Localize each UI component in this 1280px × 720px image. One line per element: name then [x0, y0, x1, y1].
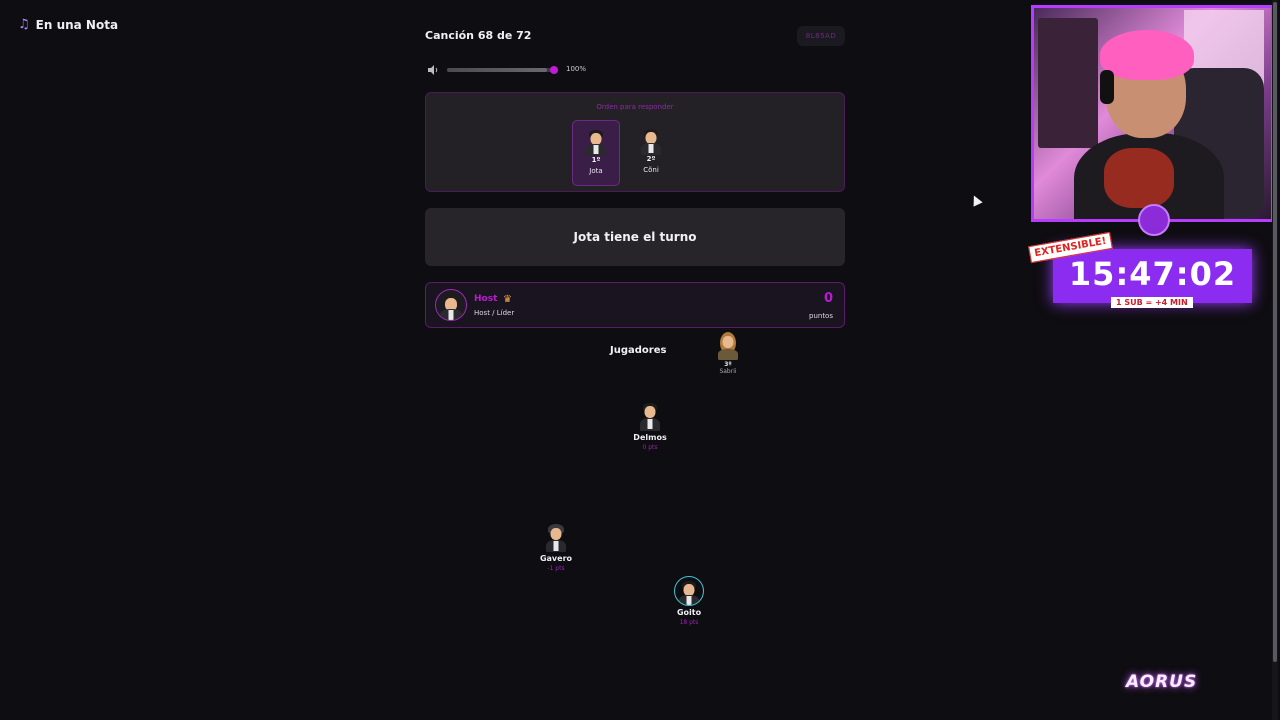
- player-points: -1 pts: [547, 565, 565, 572]
- order-player-name: Cõni: [643, 166, 659, 174]
- player-avatar: [545, 524, 567, 552]
- crown-icon: ♛: [503, 294, 512, 305]
- order-position: 1º: [591, 156, 601, 164]
- host-points: 0: [823, 291, 833, 306]
- order-player-name: Jota: [589, 167, 603, 175]
- room-code-badge[interactable]: 8L85AD: [797, 26, 845, 46]
- player-subtitle: Sabrii: [719, 368, 737, 375]
- player-avatar: [585, 130, 607, 156]
- volume-label: 100%: [566, 65, 587, 73]
- volume-slider-thumb[interactable]: [550, 66, 558, 74]
- player-card: 3º Sabrii: [698, 332, 758, 375]
- answer-order-title: Orden para responder: [596, 103, 674, 111]
- player-name: Delmos: [633, 433, 667, 442]
- volume-slider-fill: [447, 68, 548, 72]
- turn-status-card: Jota tiene el turno: [425, 208, 845, 266]
- volume-slider[interactable]: [447, 68, 555, 72]
- host-avatar: [435, 289, 467, 321]
- player-rank: 3º: [724, 361, 732, 368]
- player-card: Goito 18 pts: [659, 576, 719, 626]
- app-title: ♫ En una Nota: [18, 17, 118, 32]
- channel-badge-icon: [1138, 204, 1170, 236]
- speaker-icon[interactable]: [427, 64, 439, 76]
- player-card: Gavero -1 pts: [526, 524, 586, 572]
- players-title: Jugadores: [610, 345, 667, 356]
- aorus-logo: AORUS: [1126, 672, 1198, 692]
- music-note-icon: ♫: [18, 17, 30, 32]
- player-points: 18 pts: [679, 619, 699, 626]
- player-avatar: [717, 332, 739, 360]
- player-points: 0 pts: [642, 444, 658, 451]
- scrollbar-thumb[interactable]: [1273, 2, 1277, 662]
- player-avatar: [674, 576, 704, 606]
- song-counter: Canción 68 de 72: [425, 29, 532, 42]
- player-card: Delmos 0 pts: [620, 403, 680, 451]
- order-slot-first: 1º Jota: [572, 120, 620, 186]
- host-name: Host: [474, 294, 498, 304]
- player-name: Goito: [676, 608, 702, 617]
- host-card: Host ♛ Host / Líder 0 puntos: [425, 282, 845, 328]
- host-points-label: puntos: [809, 312, 833, 320]
- player-avatar: [639, 403, 661, 431]
- timer-text: 15:47:02: [1068, 255, 1237, 293]
- player-avatar: [640, 129, 662, 155]
- subathon-timer: 15:47:02: [1053, 249, 1252, 303]
- webcam-overlay: [1031, 5, 1274, 222]
- app-title-text: En una Nota: [35, 17, 119, 32]
- host-role: Host / Líder: [474, 309, 515, 317]
- player-name: Gavero: [539, 554, 573, 563]
- order-position: 2º: [646, 155, 656, 163]
- order-slot-second: 2º Cõni: [627, 120, 675, 186]
- mouse-cursor-icon: [969, 193, 983, 207]
- sub-rule-label: 1 SUB = +4 MIN: [1111, 297, 1193, 308]
- answer-order-card: Orden para responder 1º Jota 2º Cõni: [425, 92, 845, 192]
